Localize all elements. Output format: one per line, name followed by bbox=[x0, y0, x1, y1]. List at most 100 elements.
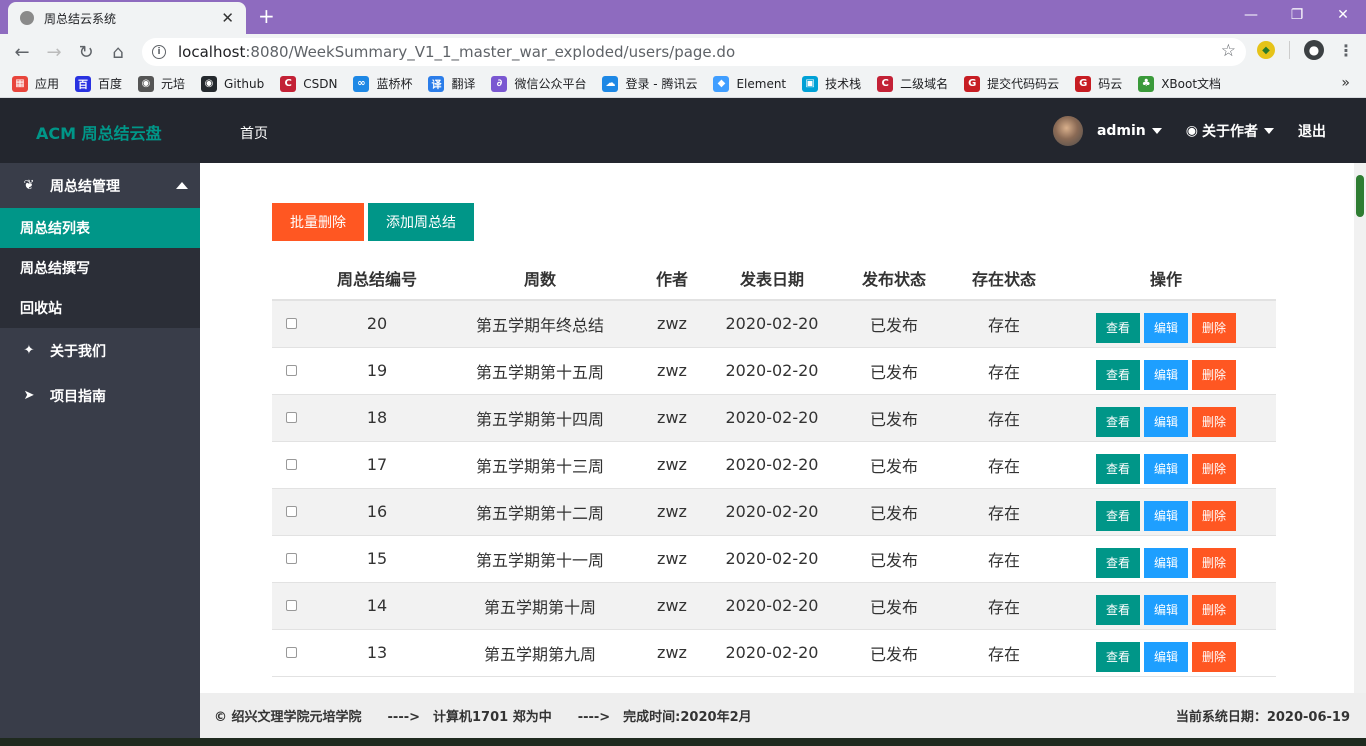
new-tab-icon[interactable]: + bbox=[258, 4, 275, 28]
cell-author: zwz bbox=[636, 347, 708, 395]
cell-actions: 查看 编辑 删除 bbox=[1056, 582, 1276, 630]
delete-button[interactable]: 删除 bbox=[1192, 594, 1236, 625]
bookmark-item[interactable]: G 提交代码码云 bbox=[964, 75, 1059, 92]
view-button[interactable]: 查看 bbox=[1096, 359, 1140, 390]
sidebar-submenu: 周总结列表 周总结撰写 回收站 bbox=[0, 208, 200, 328]
delete-button[interactable]: 删除 bbox=[1192, 406, 1236, 437]
bookmark-item[interactable]: C CSDN bbox=[280, 75, 337, 92]
cell-id: 20 bbox=[310, 300, 444, 348]
delete-button[interactable]: 删除 bbox=[1192, 641, 1236, 672]
view-button[interactable]: 查看 bbox=[1096, 500, 1140, 531]
logout-link[interactable]: 退出 bbox=[1298, 121, 1326, 141]
home-icon[interactable]: ⌂ bbox=[102, 36, 134, 68]
delete-button[interactable]: 删除 bbox=[1192, 312, 1236, 343]
row-checkbox[interactable] bbox=[285, 412, 297, 423]
edit-button[interactable]: 编辑 bbox=[1144, 359, 1188, 390]
edit-button[interactable]: 编辑 bbox=[1144, 500, 1188, 531]
edit-button[interactable]: 编辑 bbox=[1144, 312, 1188, 343]
sidebar-item-write[interactable]: 周总结撰写 bbox=[0, 248, 200, 288]
sidebar-group-weekly[interactable]: ❦ 周总结管理 bbox=[0, 163, 200, 208]
row-checkbox[interactable] bbox=[285, 459, 297, 470]
wechat-icon: ∂ bbox=[491, 75, 508, 92]
sidebar-item-recycle[interactable]: 回收站 bbox=[0, 288, 200, 328]
about-author-menu[interactable]: ◉ 关于作者 bbox=[1186, 121, 1274, 141]
edit-button[interactable]: 编辑 bbox=[1144, 406, 1188, 437]
delete-button[interactable]: 删除 bbox=[1192, 500, 1236, 531]
sidebar-item-guide[interactable]: ➤ 项目指南 bbox=[0, 373, 200, 418]
table-row: 18 第五学期第十四周 zwz 2020-02-20 已发布 存在 查看 编辑 删除 bbox=[272, 394, 1276, 442]
bookmark-item[interactable]: 译翻译 bbox=[428, 75, 475, 92]
account-icon[interactable]: ● bbox=[1304, 40, 1324, 60]
bookmark-item[interactable]: C 二级域名 bbox=[877, 75, 948, 92]
edit-button[interactable]: 编辑 bbox=[1144, 641, 1188, 672]
globe-icon bbox=[20, 11, 34, 25]
bookmark-item[interactable]: G 码云 bbox=[1075, 75, 1122, 92]
user-menu[interactable]: admin bbox=[1097, 123, 1162, 139]
scrollbar[interactable] bbox=[1354, 163, 1366, 693]
row-actions: 查看 编辑 删除 bbox=[1056, 352, 1276, 390]
app-logo[interactable]: ACM 周总结云盘 bbox=[36, 120, 162, 144]
avatar[interactable] bbox=[1052, 115, 1083, 146]
cell-author: zwz bbox=[636, 535, 708, 583]
bookmark-item[interactable]: ∂ 微信公众平台 bbox=[491, 75, 586, 92]
bookmark-item[interactable]: ▦ 应用 bbox=[12, 75, 59, 92]
forward-icon[interactable]: → bbox=[38, 36, 70, 68]
row-checkbox[interactable] bbox=[285, 553, 297, 564]
menu-icon[interactable]: ⋮ bbox=[1338, 41, 1354, 60]
delete-button[interactable]: 删除 bbox=[1192, 359, 1236, 390]
bookmark-label: 翻译 bbox=[451, 77, 476, 91]
view-button[interactable]: 查看 bbox=[1096, 641, 1140, 672]
row-checkbox[interactable] bbox=[285, 318, 297, 330]
bulk-delete-button[interactable]: 批量删除 bbox=[272, 203, 364, 241]
bookmark-item[interactable]: 百百度 bbox=[75, 75, 122, 92]
edit-button[interactable]: 编辑 bbox=[1144, 453, 1188, 484]
col-date: 发表日期 bbox=[708, 256, 836, 301]
edit-button[interactable]: 编辑 bbox=[1144, 594, 1188, 625]
minimize-icon[interactable]: — bbox=[1228, 0, 1274, 30]
reload-icon[interactable]: ↻ bbox=[70, 36, 102, 68]
star-icon[interactable]: ☆ bbox=[1221, 41, 1236, 61]
bookmark-label: 登录 - 腾讯云 bbox=[625, 77, 698, 91]
bookmark-item[interactable]: ◉ Github bbox=[201, 75, 264, 92]
bookmark-item[interactable]: ◆ Element bbox=[713, 75, 786, 92]
delete-button[interactable]: 删除 bbox=[1192, 453, 1236, 484]
extension-icon[interactable]: ◆ bbox=[1257, 41, 1275, 59]
sidebar-item-about-us[interactable]: ✦ 关于我们 bbox=[0, 328, 200, 373]
bookmark-item[interactable]: ◉ 元培 bbox=[138, 75, 185, 92]
view-button[interactable]: 查看 bbox=[1096, 547, 1140, 578]
more-bookmarks-icon[interactable]: » bbox=[1341, 75, 1350, 91]
view-button[interactable]: 查看 bbox=[1096, 312, 1140, 343]
bookmark-label: 微信公众平台 bbox=[514, 77, 587, 91]
view-button[interactable]: 查看 bbox=[1096, 594, 1140, 625]
address-bar[interactable]: i localhost:8080/WeekSummary_V1_1_master… bbox=[142, 38, 1246, 66]
row-checkbox[interactable] bbox=[285, 506, 297, 517]
view-button[interactable]: 查看 bbox=[1096, 453, 1140, 484]
delete-button[interactable]: 删除 bbox=[1192, 547, 1236, 578]
bookmark-item[interactable]: ▣ 技术栈 bbox=[802, 75, 861, 92]
back-icon[interactable]: ← bbox=[6, 36, 38, 68]
caret-down-icon bbox=[1264, 127, 1274, 134]
bookmark-item[interactable]: ∞ 蓝桥杯 bbox=[353, 75, 412, 92]
row-checkbox[interactable] bbox=[285, 365, 297, 376]
bookmark-item[interactable]: ☁ 登录 - 腾讯云 bbox=[602, 75, 697, 92]
browser-tab[interactable]: 周总结云系统 ✕ bbox=[8, 2, 246, 34]
nav-home[interactable]: 首页 bbox=[240, 123, 268, 143]
sidebar-item-list[interactable]: 周总结列表 bbox=[0, 208, 200, 248]
close-tab-icon[interactable]: ✕ bbox=[221, 9, 234, 27]
view-button[interactable]: 查看 bbox=[1096, 406, 1140, 437]
cell-author: zwz bbox=[636, 582, 708, 630]
maximize-icon[interactable]: ❐ bbox=[1274, 0, 1320, 30]
row-checkbox[interactable] bbox=[285, 647, 297, 658]
cell-date: 2020-02-20 bbox=[708, 394, 836, 442]
translate-icon: 译 bbox=[428, 75, 445, 92]
close-window-icon[interactable]: ✕ bbox=[1320, 0, 1366, 30]
bookmark-item[interactable]: ♣ XBoot文档 bbox=[1138, 75, 1221, 92]
row-checkbox[interactable] bbox=[285, 600, 297, 611]
tab-title: 周总结云系统 bbox=[44, 11, 117, 26]
cell-select bbox=[272, 394, 310, 442]
scrollbar-thumb[interactable] bbox=[1356, 175, 1364, 217]
add-summary-button[interactable]: 添加周总结 bbox=[368, 203, 474, 241]
info-icon[interactable]: i bbox=[152, 45, 166, 59]
cell-actions: 查看 编辑 删除 bbox=[1056, 488, 1276, 536]
edit-button[interactable]: 编辑 bbox=[1144, 547, 1188, 578]
